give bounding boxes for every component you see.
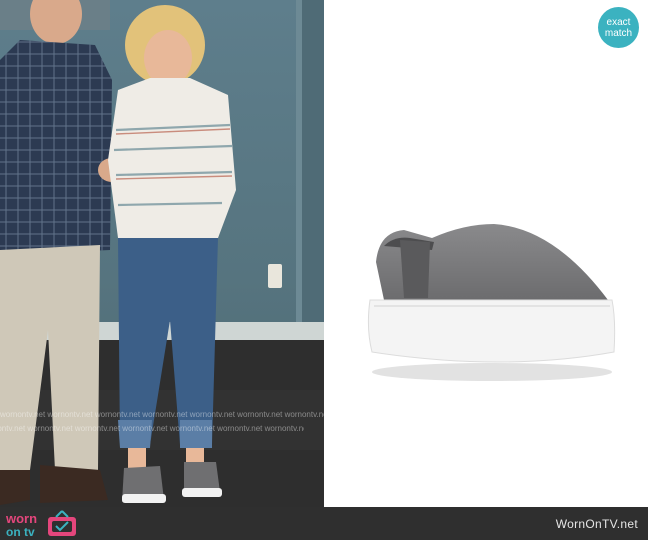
site-name: WornOnTV.net: [555, 517, 638, 531]
wornontv-logo: worn on tv: [4, 509, 88, 538]
badge-line1: exact: [606, 16, 631, 28]
exact-match-badge: exact match: [598, 7, 639, 48]
logo-word-ontv: on tv: [6, 525, 35, 538]
slip-on-sneaker-image: [367, 224, 616, 381]
product-photo: exact match: [324, 0, 648, 507]
tv-icon: [48, 510, 76, 536]
logo-word-worn: worn: [5, 511, 37, 526]
badge-line2: match: [604, 27, 633, 39]
footer-bar: [0, 507, 648, 540]
tv-scene-photo: wornontv.net wornontv.net wornontv.net w…: [0, 0, 324, 507]
